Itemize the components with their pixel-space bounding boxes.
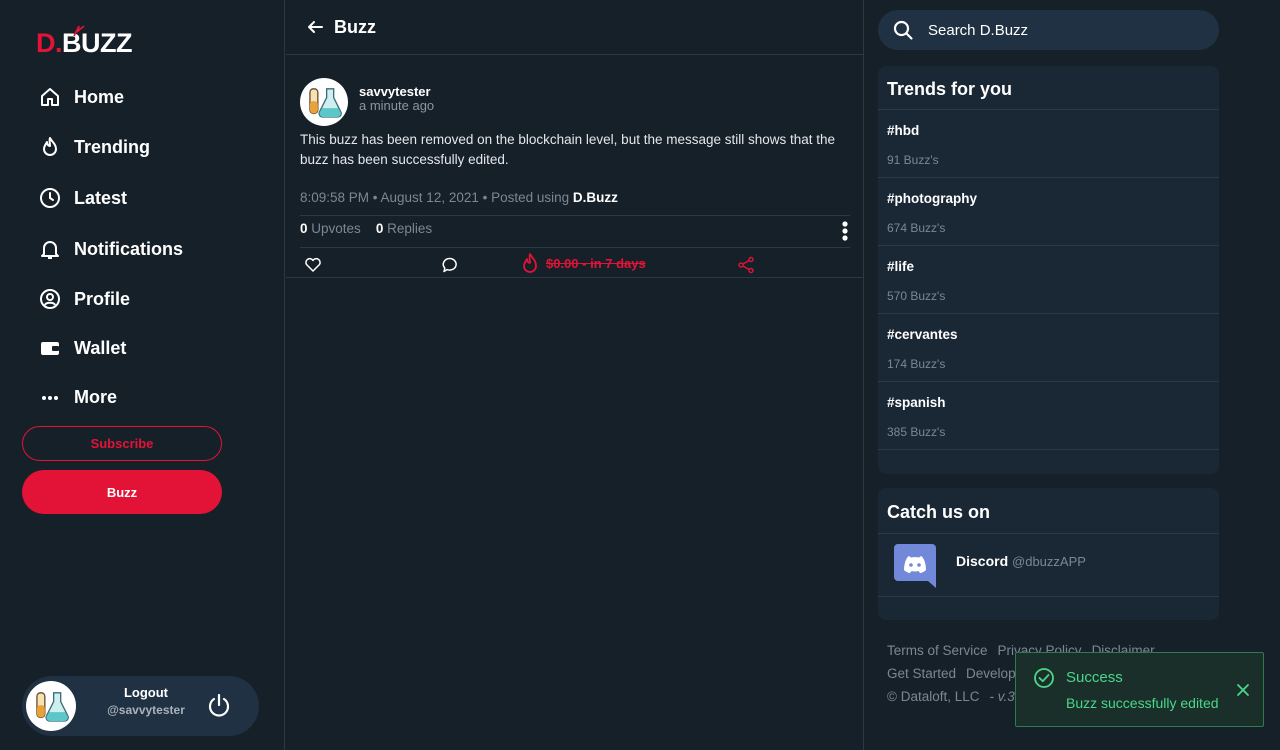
catch-title: Catch us on bbox=[878, 488, 1219, 534]
nav-wallet-label: Wallet bbox=[74, 337, 127, 358]
nav-more-label: More bbox=[74, 386, 118, 407]
lab-flask-avatar-icon bbox=[309, 88, 342, 118]
footer-terms-link[interactable]: Terms of Service bbox=[887, 643, 988, 658]
discord-icon bbox=[894, 544, 936, 588]
trends-title: Trends for you bbox=[878, 66, 1219, 110]
dbuzz-logo[interactable]: D.BUZZ bbox=[36, 25, 132, 59]
post-app-name: D.Buzz bbox=[572, 190, 618, 205]
trend-count: 570 Buzz's bbox=[887, 289, 946, 303]
nav-home[interactable]: Home bbox=[38, 85, 124, 109]
page-title: Buzz bbox=[334, 16, 376, 37]
main-header: Buzz bbox=[286, 0, 863, 55]
payout-value: $0.00 - in 7 days bbox=[546, 256, 646, 271]
user-handle: @savvytester bbox=[107, 703, 185, 717]
divider bbox=[300, 215, 850, 216]
trend-tag: #cervantes bbox=[887, 327, 958, 342]
bell-icon bbox=[41, 241, 59, 259]
logout-label[interactable]: Logout bbox=[102, 685, 190, 700]
back-arrow-icon[interactable] bbox=[306, 18, 324, 36]
trend-count: 674 Buzz's bbox=[887, 221, 946, 235]
upvotes-label[interactable]: Upvotes bbox=[308, 221, 361, 236]
trend-item[interactable]: #hbd 91 Buzz's bbox=[878, 110, 1219, 178]
footer-copyright: © Dataloft, LLC bbox=[887, 689, 980, 704]
close-icon[interactable] bbox=[1236, 683, 1250, 697]
check-circle-icon bbox=[1034, 668, 1054, 688]
divider bbox=[286, 277, 864, 278]
nav-trending-label: Trending bbox=[74, 136, 150, 157]
user-card[interactable]: Logout @savvytester bbox=[22, 676, 259, 736]
lab-flask-avatar-icon bbox=[36, 692, 69, 722]
logo-prefix: D. bbox=[36, 28, 63, 58]
discord-label: Discord bbox=[956, 553, 1009, 569]
discord-link[interactable]: Discord @dbuzzAPP bbox=[878, 534, 1219, 597]
upvotes-count: 0 bbox=[300, 221, 308, 236]
more-dots-icon bbox=[42, 396, 58, 400]
trend-item[interactable]: #life 570 Buzz's bbox=[878, 246, 1219, 314]
trend-count: 174 Buzz's bbox=[887, 357, 946, 371]
trends-panel: Trends for you #hbd 91 Buzz's #photograp… bbox=[878, 66, 1219, 474]
toast-title: Success bbox=[1066, 669, 1123, 686]
nav-notifications-label: Notifications bbox=[74, 238, 184, 259]
trend-tag: #hbd bbox=[887, 123, 920, 138]
avatar bbox=[26, 681, 76, 731]
trend-count: 91 Buzz's bbox=[887, 153, 939, 167]
footer-developers-link[interactable]: Develop bbox=[966, 666, 1016, 681]
toast-message: Buzz successfully edited bbox=[1066, 695, 1219, 711]
nav-latest[interactable]: Latest bbox=[38, 186, 127, 210]
left-sidebar: D.BUZZ Home Trending Latest Notification… bbox=[0, 0, 285, 750]
post-avatar[interactable] bbox=[300, 78, 348, 126]
divider bbox=[300, 247, 850, 248]
subscribe-button[interactable]: Subscribe bbox=[22, 426, 222, 461]
user-circle-icon bbox=[40, 289, 60, 309]
wallet-icon bbox=[41, 342, 59, 355]
post-author[interactable]: savvytester bbox=[359, 84, 431, 99]
post-timestamp: 8:09:58 PM • August 12, 2021 • Posted us… bbox=[300, 190, 618, 205]
search-bar[interactable] bbox=[878, 10, 1219, 50]
post-body: This buzz has been removed on the blockc… bbox=[300, 132, 836, 167]
trend-tag: #life bbox=[887, 259, 915, 274]
nav-latest-label: Latest bbox=[74, 187, 128, 208]
post-timestamp-text: 8:09:58 PM • August 12, 2021 • Posted us… bbox=[300, 190, 573, 205]
heart-icon[interactable] bbox=[304, 256, 322, 274]
nav-profile[interactable]: Profile bbox=[38, 287, 130, 311]
search-icon bbox=[893, 20, 913, 40]
search-input[interactable] bbox=[928, 21, 1188, 39]
nav-trending[interactable]: Trending bbox=[38, 135, 150, 159]
trend-item[interactable]: #spanish 385 Buzz's bbox=[878, 382, 1219, 450]
nav-home-label: Home bbox=[74, 86, 125, 107]
footer-get-started-link[interactable]: Get Started bbox=[887, 666, 956, 681]
clock-icon bbox=[40, 188, 60, 208]
trend-tag: #photography bbox=[887, 191, 977, 206]
share-icon[interactable] bbox=[737, 256, 755, 274]
discord-handle: @dbuzzAPP bbox=[1012, 554, 1086, 569]
trend-count: 385 Buzz's bbox=[887, 425, 946, 439]
discord-name: Discord @dbuzzAPP bbox=[956, 553, 1086, 569]
right-sidebar: Trends for you #hbd 91 Buzz's #photograp… bbox=[878, 0, 1219, 750]
post-time-ago: a minute ago bbox=[359, 98, 435, 113]
nav-profile-label: Profile bbox=[74, 288, 131, 309]
flame-icon bbox=[43, 137, 57, 156]
nav-more[interactable]: More bbox=[38, 385, 117, 409]
success-toast: Success Buzz successfully edited bbox=[1015, 652, 1264, 727]
power-icon[interactable] bbox=[206, 693, 232, 719]
catch-us-panel: Catch us on Discord @dbuzzAPP bbox=[878, 488, 1219, 620]
kebab-menu-icon[interactable] bbox=[841, 221, 849, 241]
nav-wallet[interactable]: Wallet bbox=[38, 336, 126, 360]
replies-label[interactable]: Replies bbox=[383, 221, 432, 236]
trend-item[interactable]: #photography 674 Buzz's bbox=[878, 178, 1219, 246]
main-column: Buzz savvytester a minute ago This buzz … bbox=[286, 0, 864, 750]
buzz-button[interactable]: Buzz bbox=[22, 470, 222, 514]
trend-tag: #spanish bbox=[887, 395, 946, 410]
trend-item[interactable]: #cervantes 174 Buzz's bbox=[878, 314, 1219, 382]
logo-bolt-icon bbox=[73, 25, 85, 37]
comment-icon[interactable] bbox=[441, 256, 459, 274]
post-counts: 0 Upvotes 0 Replies bbox=[300, 221, 432, 236]
nav-notifications[interactable]: Notifications bbox=[38, 237, 183, 261]
home-icon bbox=[41, 88, 59, 106]
flame-icon[interactable] bbox=[519, 252, 541, 276]
